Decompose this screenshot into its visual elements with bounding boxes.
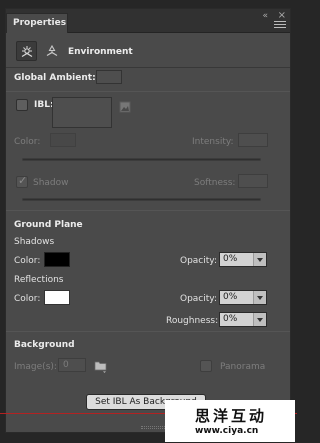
ibl-color-swatch[interactable] [50,133,76,147]
shadow-checkbox[interactable]: ✓ [16,174,28,188]
chevron-down-icon[interactable] [253,313,266,326]
panel-menu-icon[interactable] [274,21,286,29]
divider [6,91,290,92]
ibl-label: IBL: [34,100,54,110]
reflections-subtitle: Reflections [14,275,64,285]
panorama-checkbox[interactable] [200,360,212,372]
global-ambient-swatch[interactable] [96,70,122,84]
environment-light-icon[interactable] [42,41,62,61]
background-title: Background [14,340,75,350]
shadows-opacity-label: Opacity: [180,256,217,266]
collapse-icon[interactable]: « [262,11,268,21]
shadows-color-label: Color: [14,256,41,266]
panorama-label: Panorama [220,362,266,372]
shadow-label: Shadow [33,178,69,188]
resize-grip[interactable] [141,426,165,429]
roughness-label: Roughness: [166,316,219,326]
images-label: Image(s): [14,362,57,372]
reflections-opacity-value: 0% [223,292,238,302]
softness-input[interactable] [238,174,268,188]
panel-header: Environment [6,34,290,68]
roughness-value: 0% [223,314,238,324]
chevron-down-icon[interactable] [253,291,266,304]
watermark-title: 思洋互动 [195,407,268,425]
softness-label: Softness: [194,178,236,188]
divider [6,331,290,332]
shadows-subtitle: Shadows [14,237,55,247]
ibl-texture-preview[interactable] [52,97,112,128]
reflections-opacity-dropdown[interactable]: 0% [219,290,267,305]
intensity-input[interactable] [238,133,268,147]
properties-panel: Properties « × Environment Global Ambien… [5,8,291,433]
color-label: Color: [14,137,41,147]
folder-icon[interactable] [94,359,108,373]
chevron-down-icon[interactable] [253,253,266,266]
watermark: 思洋互动 www.ciya.cn [165,400,295,442]
panel-titlebar: Properties « × [6,9,290,33]
shadows-color-swatch[interactable] [44,252,70,267]
header-title: Environment [68,47,133,57]
intensity-label: Intensity: [192,137,234,147]
images-count-input[interactable]: 0 [58,358,86,372]
shadows-opacity-dropdown[interactable]: 0% [219,252,267,267]
softness-slider[interactable] [22,198,261,201]
global-ambient-label: Global Ambient: [14,73,96,83]
ground-plane-title: Ground Plane [14,220,83,230]
divider [6,210,290,211]
reflections-color-swatch[interactable] [44,290,70,305]
ibl-checkbox[interactable] [16,99,28,111]
roughness-dropdown[interactable]: 0% [219,312,267,327]
scene-light-icon[interactable] [16,41,37,61]
texture-menu-icon[interactable] [119,101,131,113]
reflections-color-label: Color: [14,294,41,304]
shadows-opacity-value: 0% [223,254,238,264]
close-icon[interactable]: × [278,10,286,21]
tab-properties[interactable]: Properties [6,13,68,33]
reflections-opacity-label: Opacity: [180,294,217,304]
intensity-slider[interactable] [22,158,261,161]
watermark-url: www.ciya.cn [195,426,259,436]
